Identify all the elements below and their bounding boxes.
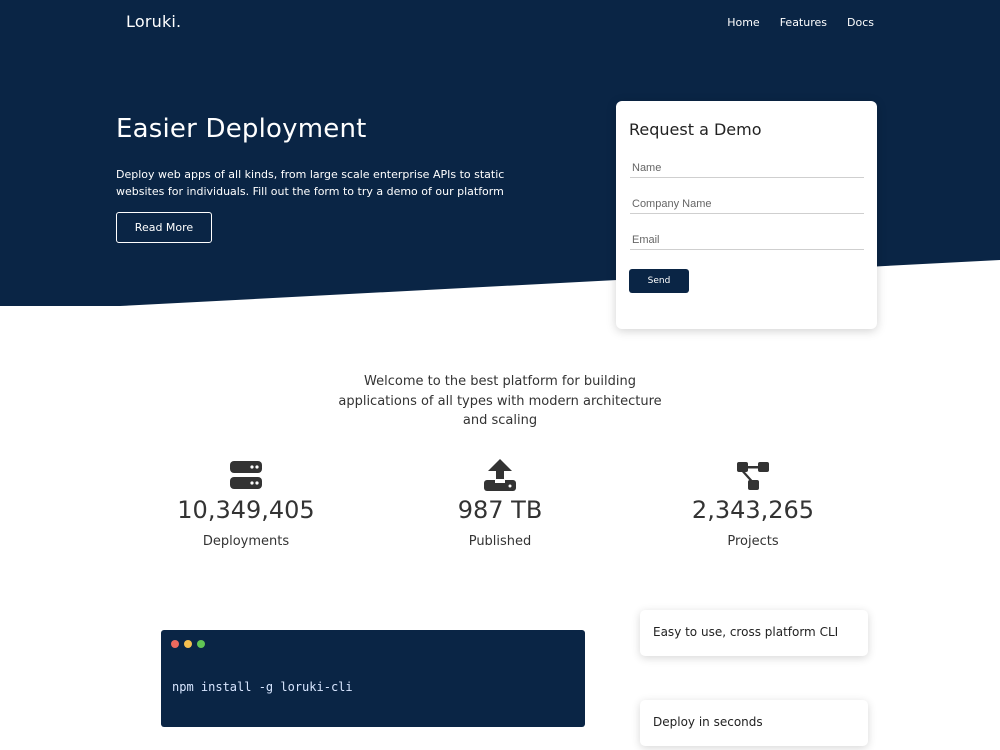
logo[interactable]: Loruki. — [126, 12, 181, 31]
upload-icon — [484, 459, 516, 491]
nav-links: Home Features Docs — [727, 16, 874, 29]
stat-label: Projects — [727, 534, 779, 549]
stat-deployments: 10,349,405 Deployments — [126, 458, 366, 549]
close-dot-icon — [171, 640, 179, 648]
email-field[interactable] — [630, 230, 864, 250]
stat-value: 10,349,405 — [177, 496, 315, 524]
send-button[interactable]: Send — [629, 269, 689, 293]
navbar: Loruki. Home Features Docs — [0, 0, 1000, 46]
demo-form-title: Request a Demo — [629, 120, 762, 139]
company-name-field[interactable] — [630, 194, 864, 214]
stat-published: 987 TB Published — [380, 458, 620, 549]
nav-link-docs[interactable]: Docs — [847, 16, 874, 29]
feature-card-label: Deploy in seconds — [653, 715, 763, 729]
stat-label: Published — [468, 534, 532, 549]
welcome-text: Welcome to the best platform for buildin… — [338, 374, 662, 428]
maximize-dot-icon — [197, 640, 205, 648]
minimize-dot-icon — [184, 640, 192, 648]
terminal-window: npm install -g loruki-cli — [161, 630, 585, 727]
stat-label: Deployments — [202, 534, 290, 549]
name-field[interactable] — [630, 158, 864, 178]
request-demo-card: Request a Demo Send — [616, 101, 877, 329]
feature-card-deploy: Deploy in seconds — [640, 700, 868, 746]
nav-link-features[interactable]: Features — [780, 16, 827, 29]
terminal-command: npm install -g loruki-cli — [172, 680, 353, 694]
feature-card-cli: Easy to use, cross platform CLI — [640, 610, 868, 656]
stat-projects: 2,343,265 Projects — [633, 458, 873, 549]
hero-title: Easier Deployment — [116, 114, 367, 144]
nav-link-home[interactable]: Home — [727, 16, 759, 29]
feature-card-label: Easy to use, cross platform CLI — [653, 625, 839, 639]
stat-value: 2,343,265 — [691, 496, 815, 524]
hero-description: Deploy web apps of all kinds, from large… — [116, 168, 505, 198]
read-more-button[interactable]: Read More — [116, 212, 212, 243]
server-icon — [230, 461, 262, 489]
project-diagram-icon — [737, 462, 769, 490]
stat-value: 987 TB — [457, 496, 543, 524]
